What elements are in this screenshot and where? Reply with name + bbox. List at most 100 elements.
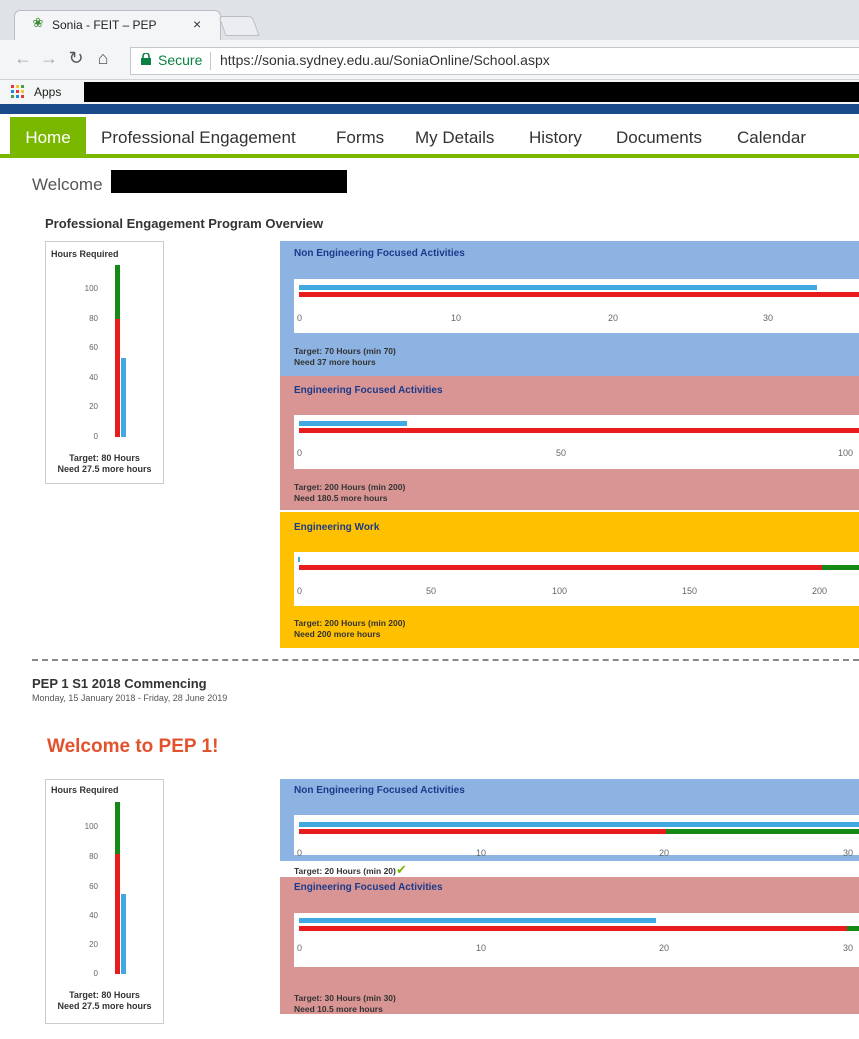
hours-tick: 20 xyxy=(89,940,98,949)
home-icon[interactable]: ⌂ xyxy=(92,47,114,69)
axis-tick: 30 xyxy=(763,313,774,323)
section-divider xyxy=(32,659,859,661)
panel-need: Need 200 more hours xyxy=(294,629,381,639)
nav-home[interactable]: Home xyxy=(10,117,86,158)
panel-target: Target: 200 Hours (min 200) xyxy=(294,618,406,628)
panel-title: Non Engineering Focused Activities xyxy=(294,248,465,259)
progress-bar-required xyxy=(299,428,859,433)
apps-grid-icon[interactable] xyxy=(11,85,25,99)
hours-required-bar xyxy=(115,319,120,437)
hours-required-box xyxy=(45,779,164,1024)
hours-tick: 60 xyxy=(89,343,98,352)
axis-tick: 20 xyxy=(659,943,670,953)
hours-required-title: Hours Required xyxy=(51,785,119,795)
panel-target: Target: 20 Hours (min 20) xyxy=(294,866,396,876)
panel-need: Need 10.5 more hours xyxy=(294,1004,383,1014)
hours-completed-bar xyxy=(121,358,126,437)
forward-arrow-icon[interactable]: → xyxy=(38,47,60,69)
progress-bar-extra xyxy=(822,565,859,570)
hours-target: Target: 80 Hours xyxy=(69,453,140,463)
nav-forms[interactable]: Forms xyxy=(336,117,384,158)
hours-required-extra-bar xyxy=(115,802,120,854)
panel-title: Engineering Focused Activities xyxy=(294,385,443,396)
hours-tick: 100 xyxy=(84,284,98,293)
url-text[interactable]: https://sonia.sydney.edu.au/SoniaOnline/… xyxy=(220,52,550,68)
panel-target: Target: 70 Hours (min 70) xyxy=(294,346,396,356)
axis-tick: 30 xyxy=(843,848,854,858)
tab-close-icon[interactable]: × xyxy=(193,16,201,32)
progress-chart xyxy=(294,552,859,606)
hours-tick: 80 xyxy=(89,852,98,861)
hours-need: Need 27.5 more hours xyxy=(57,464,152,474)
hours-required-extra-bar xyxy=(115,265,120,319)
nav-professional-engagement[interactable]: Professional Engagement xyxy=(101,117,296,158)
hours-required-title: Hours Required xyxy=(51,249,119,259)
tab-title: Sonia - FEIT – PEP xyxy=(52,18,157,32)
nav-my-details[interactable]: My Details xyxy=(415,117,494,158)
progress-bar-required xyxy=(299,926,847,931)
hours-tick: 60 xyxy=(89,882,98,891)
axis-tick: 0 xyxy=(297,943,303,953)
back-arrow-icon[interactable]: ← xyxy=(12,47,34,69)
apps-bookmark[interactable]: Apps xyxy=(34,85,61,99)
panel-target: Target: 200 Hours (min 200) xyxy=(294,482,406,492)
nav-calendar[interactable]: Calendar xyxy=(737,117,806,158)
hours-need: Need 27.5 more hours xyxy=(57,1001,152,1011)
hours-tick: 20 xyxy=(89,402,98,411)
hours-tick: 40 xyxy=(89,911,98,920)
progress-bar-required xyxy=(299,565,822,570)
secure-label: Secure xyxy=(158,52,203,68)
omnibox-divider xyxy=(210,52,211,70)
overview-title: Professional Engagement Program Overview xyxy=(45,216,324,231)
axis-tick: 50 xyxy=(556,448,567,458)
hours-tick: 0 xyxy=(93,969,98,978)
hours-required-bar xyxy=(115,854,120,974)
hours-tick: 40 xyxy=(89,373,98,382)
checkmark-icon: ✔ xyxy=(396,862,407,877)
progress-bar-required xyxy=(299,292,859,297)
new-tab-button[interactable] xyxy=(218,16,260,36)
hours-required-box xyxy=(45,241,164,484)
hours-target: Target: 80 Hours xyxy=(69,990,140,1000)
axis-tick: 10 xyxy=(451,313,462,323)
axis-tick: 0 xyxy=(297,313,303,323)
axis-tick: 50 xyxy=(426,586,437,596)
hours-tick: 80 xyxy=(89,314,98,323)
redacted-user-name xyxy=(111,170,347,193)
nav-history[interactable]: History xyxy=(529,117,582,158)
panel-title: Non Engineering Focused Activities xyxy=(294,785,465,796)
progress-bar-completed xyxy=(298,557,300,562)
axis-tick: 0 xyxy=(297,448,303,458)
axis-tick: 100 xyxy=(838,448,854,458)
axis-tick: 20 xyxy=(659,848,670,858)
hours-tick: 100 xyxy=(84,822,98,831)
panel-need: Need 37 more hours xyxy=(294,357,376,367)
panel-target: Target: 30 Hours (min 30) xyxy=(294,993,396,1003)
pep1-welcome-heading: Welcome to PEP 1! xyxy=(47,736,219,757)
panel-title: Engineering Work xyxy=(294,522,380,533)
nav-documents[interactable]: Documents xyxy=(616,117,702,158)
axis-tick: 20 xyxy=(608,313,619,323)
progress-chart xyxy=(294,815,859,855)
axis-tick: 10 xyxy=(476,848,487,858)
welcome-label: Welcome xyxy=(32,175,103,194)
progress-bar-completed xyxy=(299,918,656,923)
progress-bar-required xyxy=(299,829,666,834)
progress-bar-extra xyxy=(666,829,859,834)
sonia-favicon-icon: ❀ xyxy=(32,15,44,30)
axis-tick: 0 xyxy=(297,586,303,596)
axis-tick: 30 xyxy=(843,943,854,953)
progress-bar-extra xyxy=(847,926,859,931)
progress-bar-completed xyxy=(299,285,817,290)
axis-tick: 100 xyxy=(552,586,568,596)
pep1-title: PEP 1 S1 2018 Commencing xyxy=(32,676,207,691)
reload-icon[interactable]: ↻ xyxy=(65,47,87,69)
axis-tick: 10 xyxy=(476,943,487,953)
axis-tick: 200 xyxy=(812,586,828,596)
page-header-strip xyxy=(0,104,859,114)
lock-icon xyxy=(141,53,151,65)
panel-need: Need 180.5 more hours xyxy=(294,493,388,503)
panel-title: Engineering Focused Activities xyxy=(294,882,443,893)
hours-completed-bar xyxy=(121,894,126,974)
axis-tick: 150 xyxy=(682,586,698,596)
